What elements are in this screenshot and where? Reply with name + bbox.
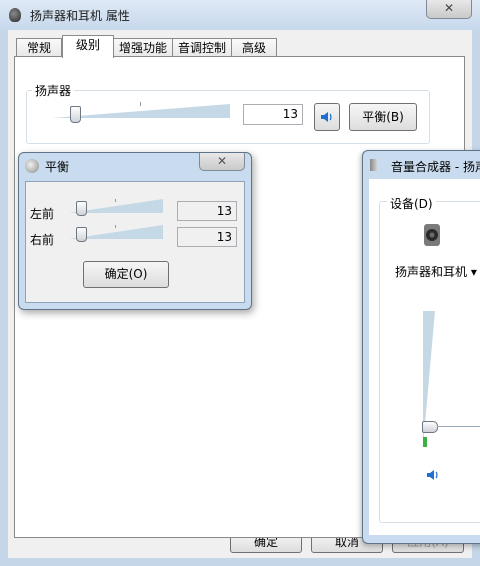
speaker-level-field[interactable]: 13 — [243, 104, 303, 125]
balance-dialog-title: 平衡 — [45, 160, 70, 174]
tab-general[interactable]: 常规 — [16, 38, 62, 57]
tab-levels[interactable]: 级别 — [62, 35, 114, 58]
speaker-icon — [321, 112, 332, 122]
tab-advanced[interactable]: 高级 — [231, 38, 277, 57]
slider-tick — [115, 225, 116, 228]
speaker-group-label: 扬声器 — [32, 82, 75, 99]
balance-button[interactable]: 平衡(B) — [349, 103, 417, 131]
right-front-value[interactable]: 13 — [177, 227, 237, 247]
balance-ok-button[interactable]: 确定(O) — [83, 261, 169, 288]
mixer-mute-button[interactable] — [425, 467, 441, 483]
slider-thumb[interactable] — [422, 421, 438, 433]
right-front-slider[interactable] — [69, 225, 163, 245]
slider-thumb[interactable] — [70, 106, 81, 123]
volume-mixer-window: 音量合成器 - 扬声 设备(D) 扬声器和耳机 ▾ — [362, 150, 480, 544]
close-button[interactable]: ✕ — [426, 0, 472, 19]
balance-title-icon — [25, 159, 39, 173]
speaker-title-icon — [9, 8, 21, 22]
tab-enhancements[interactable]: 增强功能 — [113, 38, 173, 57]
speaker-volume-slider[interactable] — [52, 102, 232, 124]
mixer-volume-slider[interactable] — [422, 311, 480, 451]
slider-guide-line — [437, 426, 480, 427]
speaker-icon — [427, 470, 438, 480]
balance-close-button[interactable]: ✕ — [199, 153, 245, 171]
left-front-value[interactable]: 13 — [177, 201, 237, 221]
slider-thumb[interactable] — [76, 201, 87, 216]
mixer-window-title: 音量合成器 - 扬声 — [391, 160, 480, 174]
slider-thumb[interactable] — [76, 227, 87, 242]
left-front-slider[interactable] — [69, 199, 163, 219]
channel-label-right-front: 右前 — [30, 233, 55, 247]
mixer-title-icon — [370, 159, 378, 171]
tab-tone-control[interactable]: 音调控制 — [172, 38, 232, 57]
balance-dialog: 平衡 ✕ 左前 13 右前 13 确定(O) — [18, 152, 252, 310]
slider-tick — [140, 102, 141, 106]
peak-meter — [423, 437, 427, 447]
mute-button[interactable] — [314, 103, 340, 131]
device-selector[interactable]: 扬声器和耳机 ▾ — [395, 263, 477, 280]
device-group-label: 设备(D) — [387, 195, 436, 212]
channel-label-left-front: 左前 — [30, 207, 55, 221]
slider-tick — [115, 199, 116, 202]
speaker-device-icon — [423, 223, 441, 247]
window-title: 扬声器和耳机 属性 — [30, 9, 130, 23]
